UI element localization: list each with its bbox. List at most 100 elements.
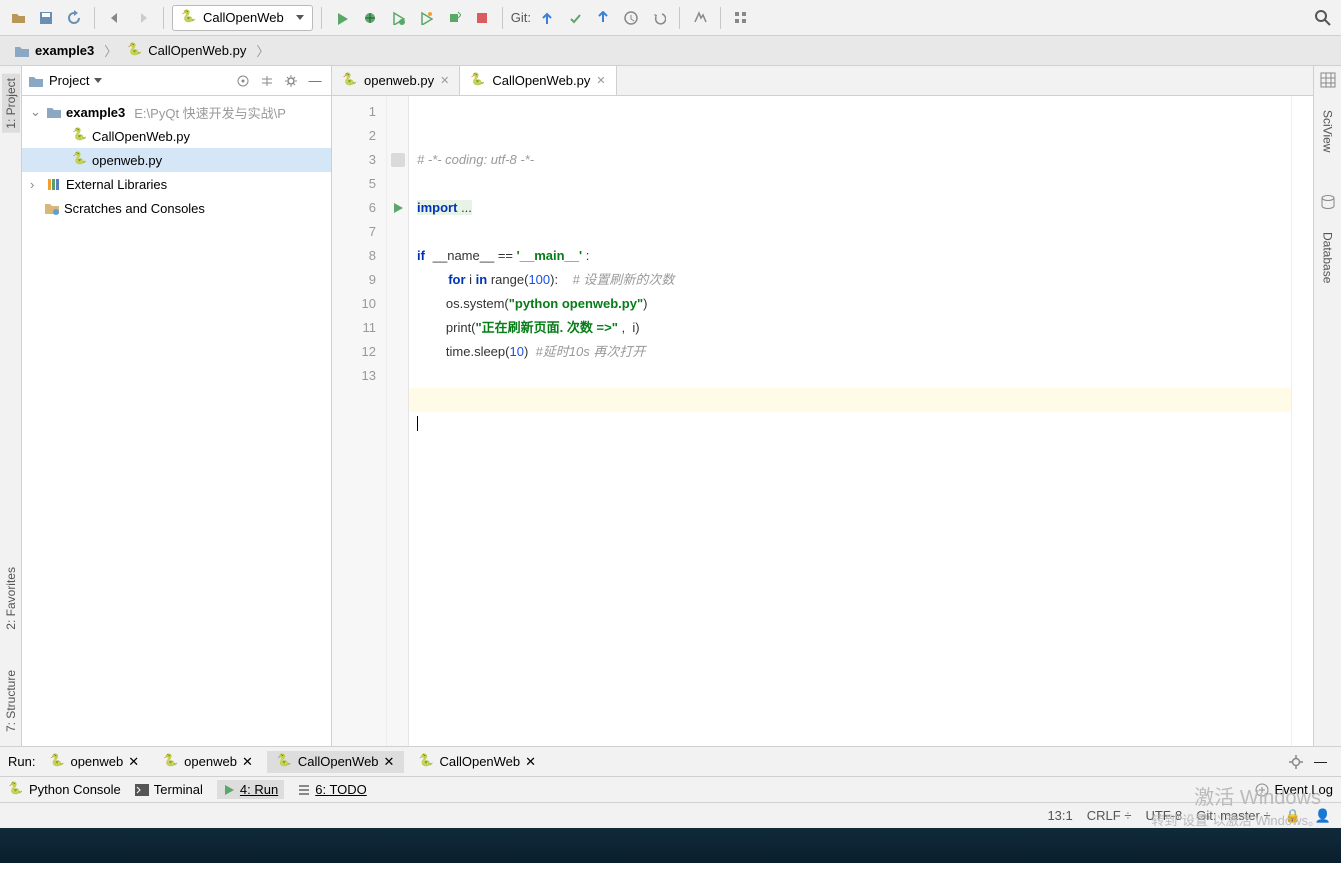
breadcrumb-root[interactable]: example3: [6, 41, 102, 60]
git-history-icon[interactable]: [619, 6, 643, 30]
run-tab[interactable]: openweb✕: [39, 751, 149, 773]
tab-label: Event Log: [1274, 782, 1333, 797]
minimize-icon[interactable]: —: [1308, 754, 1333, 769]
breadcrumb-file[interactable]: CallOpenWeb.py: [119, 41, 254, 61]
refresh-icon[interactable]: [62, 6, 86, 30]
profile-icon[interactable]: [414, 6, 438, 30]
run-icon[interactable]: [330, 6, 354, 30]
editor-tab[interactable]: openweb.py ✕: [332, 66, 460, 95]
close-icon[interactable]: ✕: [596, 74, 605, 87]
code-text: os.system(: [417, 296, 509, 311]
lock-icon[interactable]: 🔒: [1285, 808, 1301, 824]
close-icon[interactable]: ✕: [128, 754, 139, 770]
python-icon: [127, 43, 143, 59]
tree-file[interactable]: CallOpenWeb.py: [22, 124, 331, 148]
code-string: "python openweb.py": [509, 296, 643, 311]
database-icon[interactable]: [1320, 194, 1336, 210]
python-icon: [8, 782, 24, 798]
python-icon: [181, 10, 197, 26]
code-area[interactable]: # -*- coding: utf-8 -*- import ... if __…: [409, 96, 1291, 746]
code-comment: #延时10s 再次打开: [536, 344, 646, 359]
code-text: ): [524, 344, 536, 359]
code-fn: range: [487, 272, 524, 287]
grid-icon[interactable]: [1320, 72, 1336, 88]
project-title-label: Project: [49, 73, 89, 88]
tree-external[interactable]: › External Libraries: [22, 172, 331, 196]
locate-icon[interactable]: [233, 71, 253, 91]
open-icon[interactable]: [6, 6, 30, 30]
tree-file[interactable]: openweb.py: [22, 148, 331, 172]
code-keyword: in: [476, 272, 488, 287]
code-comment: # 设置刷新的次数: [558, 272, 674, 287]
coverage-icon[interactable]: [386, 6, 410, 30]
run-tab[interactable]: 4: Run: [217, 780, 284, 799]
git-commit-icon[interactable]: [563, 6, 587, 30]
breadcrumb-file-label: CallOpenWeb.py: [148, 43, 246, 58]
current-line-highlight: [409, 388, 1291, 412]
stop-icon[interactable]: [470, 6, 494, 30]
run-gutter-icon[interactable]: [387, 196, 408, 220]
forward-icon[interactable]: [131, 6, 155, 30]
line-gutter: 1 2 3 5 6 7 8 9 10 11 12 13: [332, 96, 387, 746]
project-title[interactable]: Project: [28, 73, 229, 88]
folder-icon: [28, 74, 44, 88]
search-icon[interactable]: [1311, 6, 1335, 30]
editor-tabs: openweb.py ✕ CallOpenWeb.py ✕: [332, 66, 1313, 96]
close-icon[interactable]: ✕: [525, 754, 536, 770]
expand-icon[interactable]: ⌄: [30, 104, 42, 120]
sciview-tab[interactable]: SciView: [1319, 106, 1337, 156]
structure-tab[interactable]: 7: Structure: [2, 666, 20, 736]
line-number: 5: [332, 172, 376, 196]
code-text: :: [582, 248, 589, 263]
run-config-selector[interactable]: CallOpenWeb: [172, 5, 313, 31]
run-tab[interactable]: openweb ✕: [153, 751, 263, 773]
gear-icon[interactable]: [1288, 754, 1304, 770]
python-icon: [72, 152, 88, 168]
cursor-position[interactable]: 13:1: [1047, 808, 1072, 823]
encoding[interactable]: UTF-8: [1145, 808, 1182, 823]
close-icon[interactable]: ✕: [242, 754, 253, 770]
line-number: 3: [332, 148, 376, 172]
settings-icon[interactable]: [688, 6, 712, 30]
database-tab[interactable]: Database: [1319, 228, 1337, 287]
debug-icon[interactable]: [358, 6, 382, 30]
tab-label: 4: Run: [240, 782, 278, 797]
event-log-tab[interactable]: Event Log: [1255, 782, 1333, 797]
expand-icon[interactable]: ›: [30, 177, 42, 192]
line-number: 6: [332, 196, 376, 220]
git-branch[interactable]: Git: master ÷: [1196, 808, 1270, 823]
attach-icon[interactable]: [442, 6, 466, 30]
git-push-icon[interactable]: [591, 6, 615, 30]
user-icon[interactable]: 👤: [1315, 808, 1331, 824]
close-icon[interactable]: ✕: [384, 754, 395, 770]
tree-scratches[interactable]: Scratches and Consoles: [22, 196, 331, 220]
git-rollback-icon[interactable]: [647, 6, 671, 30]
run-tab[interactable]: CallOpenWeb✕: [408, 751, 546, 773]
save-icon[interactable]: [34, 6, 58, 30]
gear-icon[interactable]: [281, 71, 301, 91]
minimize-icon[interactable]: —: [305, 71, 325, 91]
run-tab[interactable]: CallOpenWeb✕: [267, 751, 405, 773]
python-icon: [277, 754, 293, 770]
structure-icon[interactable]: [729, 6, 753, 30]
status-bar: 13:1 CRLF ÷ UTF-8 Git: master ÷ 🔒 👤: [0, 802, 1341, 828]
todo-tab[interactable]: 6: TODO: [298, 782, 367, 797]
tree-root[interactable]: ⌄ example3 E:\PyQt 快速开发与实战\P: [22, 100, 331, 124]
terminal-tab[interactable]: Terminal: [135, 782, 203, 797]
project-tab[interactable]: 1: Project: [2, 74, 20, 133]
python-console-tab[interactable]: Python Console: [8, 782, 121, 798]
git-update-icon[interactable]: [535, 6, 559, 30]
scratch-icon: [44, 201, 60, 215]
fold-icon[interactable]: [387, 148, 408, 172]
dropdown-icon: [296, 15, 304, 20]
code-text: print(: [417, 320, 476, 335]
close-icon[interactable]: ✕: [440, 74, 449, 87]
collapse-icon[interactable]: [257, 71, 277, 91]
back-icon[interactable]: [103, 6, 127, 30]
line-ending[interactable]: CRLF ÷: [1087, 808, 1132, 823]
editor-tab[interactable]: CallOpenWeb.py ✕: [460, 66, 616, 95]
run-tab-label: openweb: [184, 754, 237, 769]
favorites-tab[interactable]: 2: Favorites: [2, 563, 20, 634]
editor-body[interactable]: 1 2 3 5 6 7 8 9 10 11 12 13 #: [332, 96, 1313, 746]
line-number: 1: [332, 100, 376, 124]
